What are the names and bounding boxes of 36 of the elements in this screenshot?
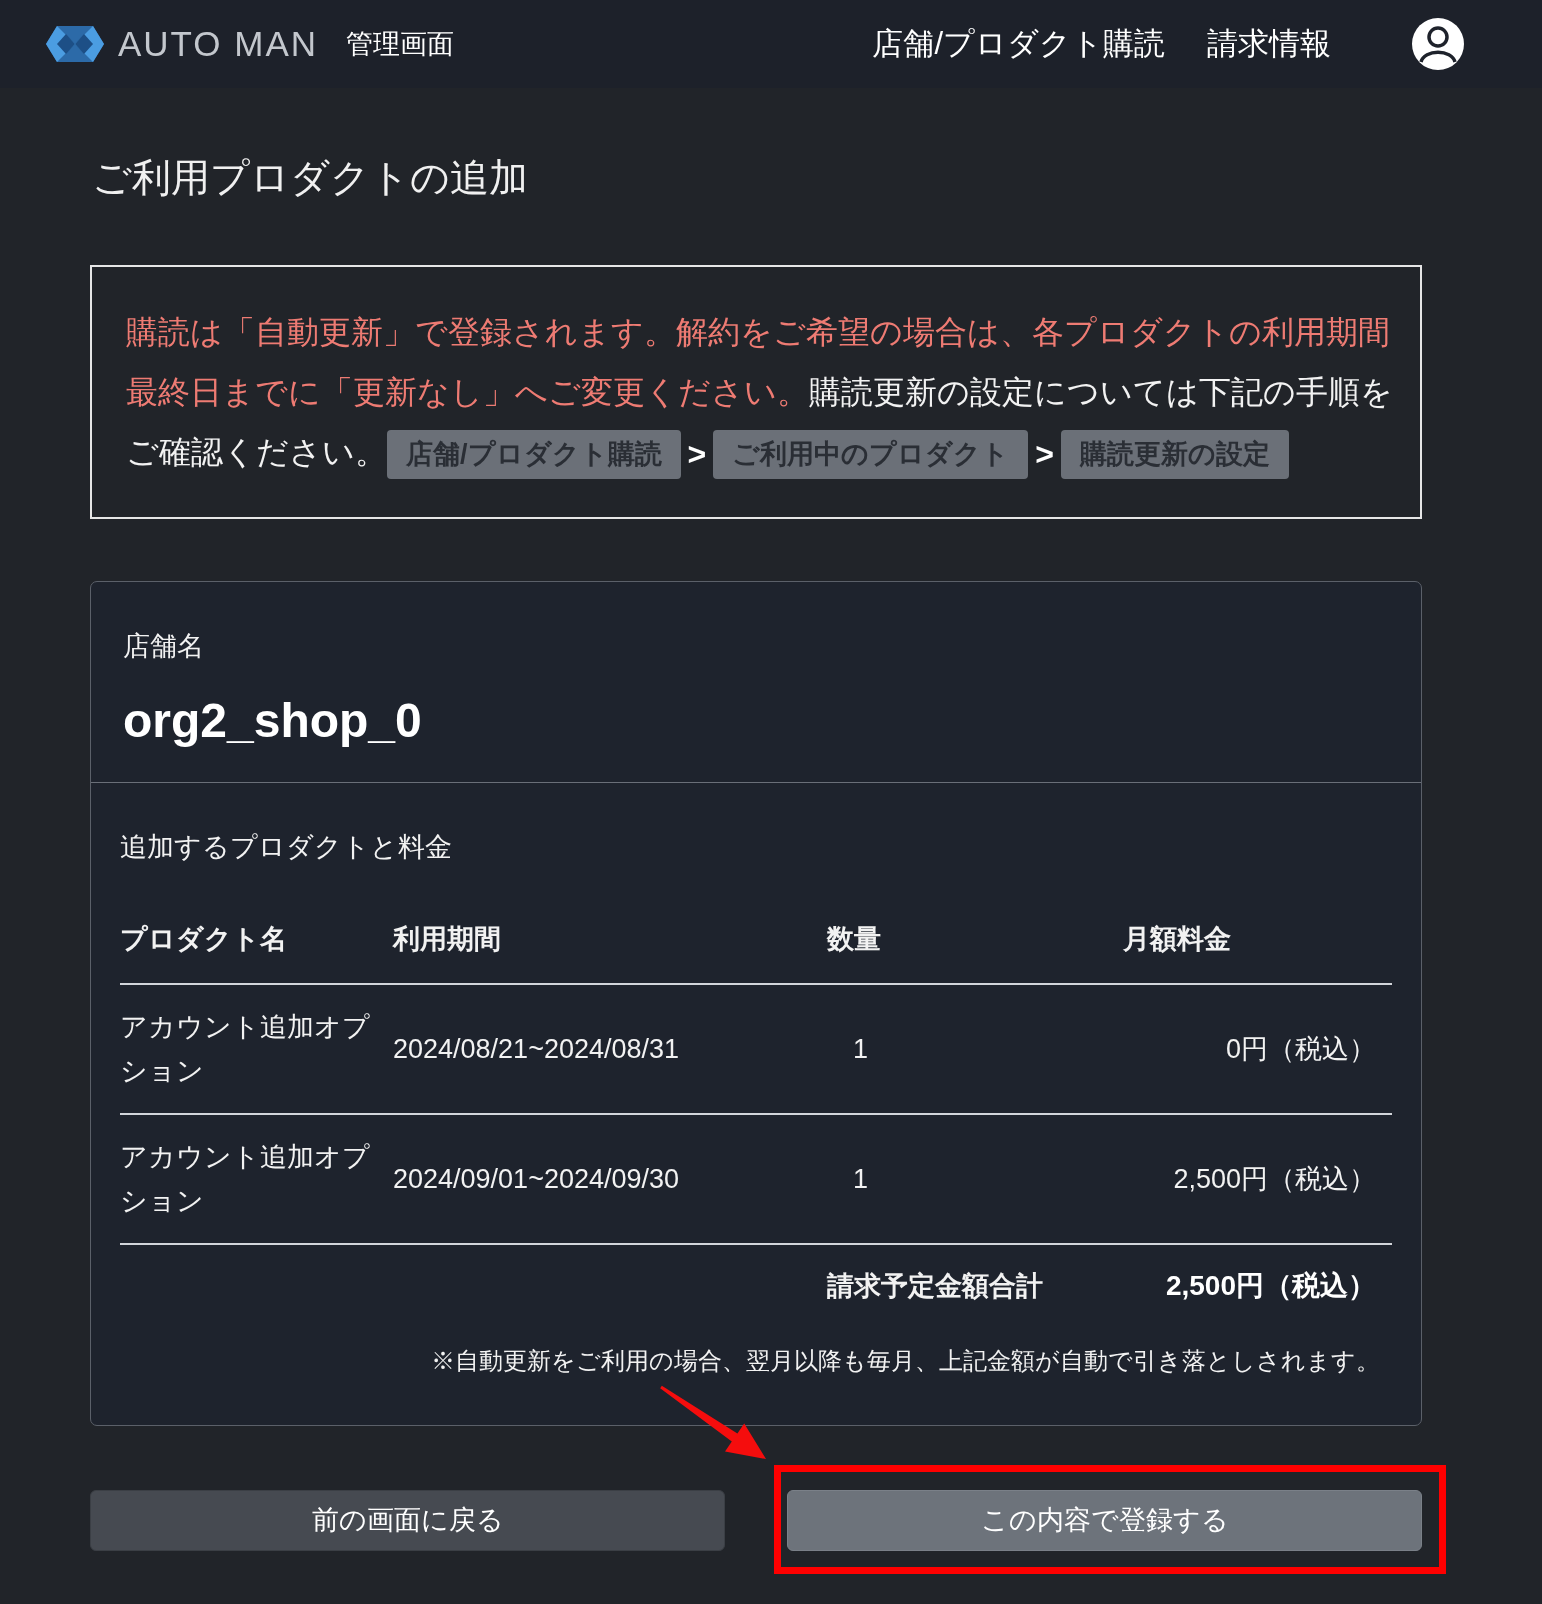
product-name: アカウント追加オプション (120, 1141, 371, 1218)
menu-path-step: 店舗/プロダクト購読 (387, 430, 681, 480)
notice-text: 購読更新の設定については下記の手順を (809, 374, 1393, 410)
admin-subtitle: 管理画面 (346, 28, 455, 61)
quantity-text: 1 (853, 1033, 869, 1066)
nav-link[interactable]: 請求情報 (1207, 22, 1331, 66)
column-header: 月額料金 (1123, 923, 1231, 956)
logo-text: AUTO MAN (118, 23, 319, 65)
monthly-fee: 2,500円（税込） (1173, 1163, 1376, 1196)
path-separator: > (1035, 435, 1054, 475)
shop-name: org2_shop_0 (123, 693, 422, 749)
notice-text: ご確認ください。 (126, 434, 387, 470)
period-text: 2024/09/01~2024/09/30 (393, 1163, 680, 1196)
logo-icon (46, 26, 104, 62)
warning-text: 最終日までに「更新なし」へご変更ください。 (126, 374, 809, 410)
page-title: ご利用プロダクトの追加 (92, 158, 528, 198)
register-button[interactable]: この内容で登録する (787, 1490, 1422, 1551)
column-header: 利用期間 (393, 923, 501, 956)
warning-text: 購読は「自動更新」で登録されます。解約をご希望の場合は、各プロダクトの利用期間 (126, 314, 1390, 350)
shop-label: 店舗名 (123, 630, 204, 663)
nav-link[interactable]: 店舗/プロダクト購読 (872, 22, 1165, 66)
back-button[interactable]: 前の画面に戻る (90, 1490, 725, 1551)
path-separator: > (687, 435, 707, 475)
monthly-fee: 0円（税込） (1225, 1033, 1376, 1066)
total-label: 請求予定金額合計 (827, 1270, 1043, 1303)
product-name: アカウント追加オプション (120, 1011, 371, 1088)
user-avatar-icon[interactable] (1412, 18, 1464, 70)
billing-note: ※自動更新をご利用の場合、翌月以降も毎月、上記金額が自動で引き落としされます。 (431, 1347, 1380, 1376)
period-text: 2024/08/21~2024/08/31 (393, 1033, 680, 1066)
menu-path-step: 購読更新の設定 (1060, 430, 1289, 480)
quantity-text: 1 (853, 1163, 869, 1196)
column-header: プロダクト名 (120, 923, 287, 956)
section-title: 追加するプロダクトと料金 (120, 831, 452, 864)
menu-path-step: ご利用中のプロダクト (713, 430, 1029, 480)
total-amount: 2,500円（税込） (1165, 1269, 1376, 1303)
column-header: 数量 (827, 923, 881, 956)
